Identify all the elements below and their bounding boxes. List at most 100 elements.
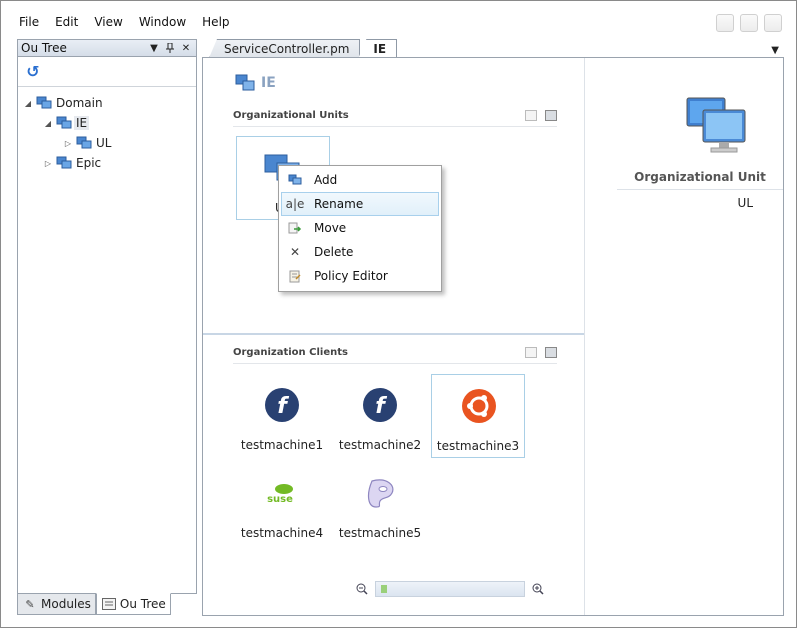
ou-section-title: Organizational Units	[233, 110, 349, 121]
menu-item-label: Move	[314, 221, 347, 235]
menu-item-rename[interactable]: a|e Rename	[281, 192, 439, 216]
window-controls	[716, 14, 782, 32]
ou-tree: ◢ Domain ◢ IE ▷ UL ▷ Epic	[18, 87, 196, 173]
ou-icon	[56, 156, 72, 170]
delete-icon: ✕	[289, 245, 301, 259]
svg-text:suse: suse	[267, 494, 293, 505]
tree-node-label: Epic	[76, 156, 102, 170]
icon-view-icon[interactable]	[545, 110, 557, 121]
tab-servicecontroller[interactable]: ServiceController.pm	[209, 39, 361, 58]
menu-view[interactable]: View	[86, 13, 130, 33]
tree-node-label: UL	[96, 136, 112, 150]
menu-item-delete[interactable]: ✕ Delete	[281, 240, 439, 264]
tree-node-domain[interactable]: ◢ Domain	[18, 93, 196, 113]
ou-icon	[235, 74, 255, 91]
menu-window[interactable]: Window	[131, 13, 194, 33]
suse-logo-icon: suse	[267, 484, 293, 505]
clients-section-header: Organization Clients	[233, 347, 557, 364]
close-icon[interactable]: ✕	[179, 41, 193, 55]
client-name: testmachine4	[240, 526, 324, 540]
tree-node-epic[interactable]: ▷ Epic	[18, 153, 196, 173]
tab-modules[interactable]: ✎ Modules	[17, 593, 96, 615]
ou-section-header: Organizational Units	[233, 110, 557, 127]
menu-help[interactable]: Help	[194, 13, 237, 33]
zoom-out-icon[interactable]	[355, 582, 369, 596]
expanded-arrow-icon[interactable]: ◢	[22, 99, 34, 108]
tree-node-ie[interactable]: ◢ IE	[18, 113, 196, 133]
list-view-icon[interactable]	[525, 347, 537, 358]
document-tab-strip: ServiceController.pm IE	[209, 39, 398, 58]
tree-node-label: Domain	[56, 96, 103, 110]
details-pane: Organizational Unit UL	[584, 58, 783, 615]
close-window-button[interactable]	[764, 14, 782, 32]
ou-icon	[56, 116, 72, 130]
ou-tree-panel: Ou Tree ▼ ✕ ↺ ◢ Domain ◢ IE ▷ UL ▷ Epic	[17, 39, 197, 594]
menu-file[interactable]: File	[11, 13, 47, 33]
collapsed-arrow-icon[interactable]: ▷	[42, 159, 54, 168]
client-name: testmachine2	[338, 438, 422, 452]
gentoo-logo-icon	[367, 479, 394, 508]
list-view-icon[interactable]	[525, 110, 537, 121]
bottom-tab-strip: ✎ Modules Ou Tree	[17, 593, 171, 615]
details-value: UL	[737, 196, 753, 210]
client-tile[interactable]: suse testmachine4	[235, 462, 329, 546]
pencil-icon: ✎	[25, 597, 35, 611]
menu-item-label: Add	[314, 173, 338, 187]
ou-computer-large-icon	[686, 97, 746, 153]
menu-bar: File Edit View Window Help	[11, 13, 238, 33]
client-tile[interactable]: f testmachine1	[235, 374, 329, 458]
move-icon	[282, 222, 308, 234]
menu-item-add[interactable]: Add	[281, 168, 439, 192]
ubuntu-logo-icon	[462, 389, 496, 423]
tab-label: Modules	[41, 597, 91, 611]
client-tile[interactable]: testmachine5	[333, 462, 427, 546]
ou-icon	[76, 136, 92, 150]
dropdown-icon[interactable]: ▼	[147, 41, 161, 55]
main-content: IE Organizational Units UL Organizati	[202, 57, 784, 616]
zoom-in-icon[interactable]	[531, 582, 545, 596]
ou-tree-title: Ou Tree	[21, 41, 67, 55]
application-window: File Edit View Window Help Ou Tree ▼ ✕ ↺…	[0, 0, 797, 628]
page-title-text: IE	[261, 75, 276, 91]
tab-list-icon[interactable]: ▼	[771, 45, 779, 56]
client-name: testmachine5	[338, 526, 422, 540]
collapsed-arrow-icon[interactable]: ▷	[62, 139, 74, 148]
menu-item-label: Delete	[314, 245, 354, 259]
ou-tree-toolbar: ↺	[18, 57, 196, 87]
menu-item-label: Policy Editor	[314, 269, 388, 283]
icon-view-icon[interactable]	[545, 347, 557, 358]
details-title: Organizational Unit	[617, 170, 783, 190]
menu-item-label: Rename	[314, 197, 364, 211]
maximize-button[interactable]	[740, 14, 758, 32]
domain-icon	[36, 96, 52, 110]
tab-ie[interactable]: IE	[358, 39, 398, 58]
client-name: testmachine1	[240, 438, 324, 452]
ou-tree-header: Ou Tree ▼ ✕	[18, 40, 196, 57]
pin-icon[interactable]	[163, 41, 177, 55]
rename-icon: a|e	[285, 197, 305, 211]
page-title: IE	[235, 74, 276, 92]
menu-item-policy-editor[interactable]: Policy Editor	[281, 264, 439, 288]
menu-item-move[interactable]: Move	[281, 216, 439, 240]
add-ou-icon	[282, 174, 308, 186]
client-tile[interactable]: f testmachine2	[333, 374, 427, 458]
clients-section-title: Organization Clients	[233, 347, 348, 358]
fedora-logo-icon: f	[265, 388, 299, 422]
refresh-icon[interactable]: ↺	[24, 62, 42, 81]
tree-node-label: IE	[74, 116, 90, 130]
policy-editor-icon	[282, 270, 308, 283]
tree-node-ul[interactable]: ▷ UL	[18, 133, 196, 153]
clients-area: Organization Clients f testmachine1 f te…	[203, 337, 584, 615]
panel-icon	[101, 597, 117, 611]
expanded-arrow-icon[interactable]: ◢	[42, 119, 54, 128]
zoom-slider-thumb[interactable]	[380, 585, 387, 593]
tab-ou-tree[interactable]: Ou Tree	[95, 593, 171, 615]
menu-edit[interactable]: Edit	[47, 13, 86, 33]
zoom-slider[interactable]	[375, 581, 525, 597]
minimize-button[interactable]	[716, 14, 734, 32]
fedora-logo-icon: f	[363, 388, 397, 422]
context-menu: Add a|e Rename Move ✕ Delete Policy Edit…	[278, 165, 442, 292]
client-name: testmachine3	[436, 439, 520, 453]
tab-label: Ou Tree	[119, 597, 166, 611]
client-tile-selected[interactable]: testmachine3	[431, 374, 525, 458]
